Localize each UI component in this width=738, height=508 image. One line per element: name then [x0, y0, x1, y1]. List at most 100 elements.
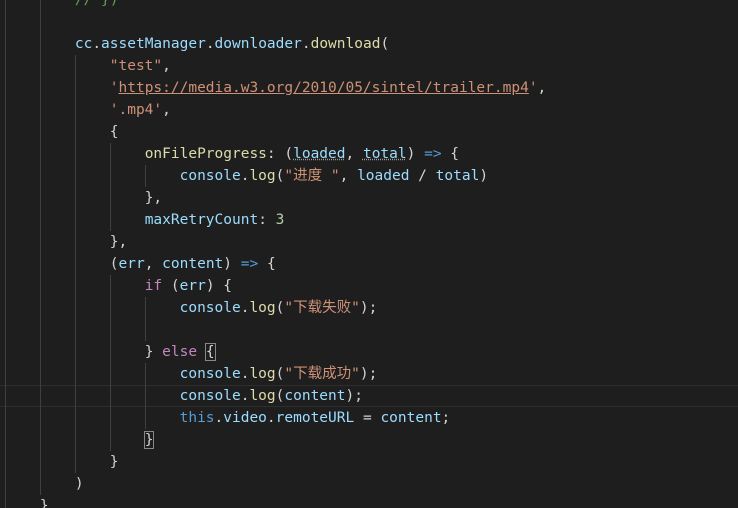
code-token: {: [258, 256, 276, 272]
code-token: }: [39, 498, 49, 508]
code-token: (: [162, 278, 180, 294]
code-line[interactable]: }: [0, 429, 738, 451]
code-token: else: [162, 344, 198, 360]
code-line[interactable]: console.log("下载成功");: [0, 363, 738, 385]
code-line[interactable]: if (err) {: [0, 275, 738, 297]
code-line[interactable]: [0, 11, 738, 33]
code-line[interactable]: [0, 319, 738, 341]
code-line[interactable]: console.log("进度 ", loaded / total): [0, 165, 738, 187]
code-token: https://media.w3.org/2010/05/sintel/trai…: [118, 80, 529, 96]
code-token: .: [266, 410, 276, 426]
code-token: =>: [424, 146, 442, 162]
code-token: .: [92, 36, 102, 52]
code-token: .: [205, 36, 215, 52]
code-token: content: [284, 388, 346, 404]
code-token: (: [109, 256, 119, 272]
code-line[interactable]: this.video.remoteURL = content;: [0, 407, 738, 429]
code-token: },: [109, 234, 128, 250]
code-token: ): [479, 168, 489, 184]
code-token: remoteURL: [275, 410, 355, 426]
code-token: }: [109, 454, 119, 470]
code-line[interactable]: cc.assetManager.downloader.download(: [0, 33, 738, 55]
code-token: if: [144, 278, 163, 294]
code-token: 3: [275, 212, 285, 228]
code-editor[interactable]: // }) cc.assetManager.downloader.downloa…: [0, 0, 738, 508]
code-token: download: [310, 36, 381, 52]
code-token: },: [144, 190, 163, 206]
code-token: content: [380, 410, 442, 426]
code-token: log: [249, 168, 276, 184]
code-token: ): [223, 256, 241, 272]
code-token: ': [109, 80, 119, 96]
code-token: "下载失败": [284, 300, 360, 316]
code-token: ,: [162, 58, 171, 74]
code-token: }: [144, 344, 163, 360]
code-token: }: [143, 431, 155, 449]
code-line[interactable]: }: [0, 495, 738, 508]
code-line[interactable]: },: [0, 187, 738, 209]
code-token: cc: [74, 36, 93, 52]
code-line[interactable]: console.log("下载失败");: [0, 297, 738, 319]
code-token: video: [223, 410, 267, 426]
code-token: console: [179, 388, 241, 404]
code-token: console: [179, 366, 241, 382]
code-line[interactable]: console.log(content);: [0, 385, 738, 407]
code-token: :: [258, 212, 276, 228]
code-token: .: [214, 410, 224, 426]
code-token: /: [409, 168, 436, 184]
code-token: console: [179, 300, 241, 316]
code-token: err: [118, 256, 145, 272]
code-line[interactable]: onFileProgress: (loaded, total) => {: [0, 143, 738, 165]
code-token: console: [179, 168, 241, 184]
code-token: err: [179, 278, 206, 294]
code-token: log: [249, 300, 276, 316]
code-token: );: [345, 388, 363, 404]
code-token: ): [74, 476, 84, 492]
code-token: ': [528, 80, 538, 96]
code-token: // }): [74, 0, 119, 8]
code-line[interactable]: },: [0, 231, 738, 253]
code-line[interactable]: // }): [0, 0, 738, 11]
code-token: ,: [162, 102, 171, 118]
code-token: );: [359, 300, 378, 316]
code-line[interactable]: maxRetryCount: 3: [0, 209, 738, 231]
code-line[interactable]: "test",: [0, 55, 738, 77]
code-token: ): [406, 146, 425, 162]
code-token: "下载成功": [284, 366, 360, 382]
code-token: log: [249, 366, 276, 382]
code-line[interactable]: ): [0, 473, 738, 495]
code-token: ,: [339, 168, 358, 184]
code-token: : (: [266, 146, 294, 162]
code-token: content: [162, 256, 224, 272]
code-token: loaded: [357, 168, 410, 184]
code-line[interactable]: {: [0, 121, 738, 143]
code-line[interactable]: 'https://media.w3.org/2010/05/sintel/tra…: [0, 77, 738, 99]
code-line[interactable]: }: [0, 451, 738, 473]
code-token: {: [204, 343, 216, 361]
code-token: ) {: [205, 278, 233, 294]
code-line[interactable]: (err, content) => {: [0, 253, 738, 275]
code-token: '.mp4': [109, 102, 163, 118]
code-token: .: [301, 36, 311, 52]
code-token: ,: [537, 80, 547, 96]
code-token: ;: [441, 410, 451, 426]
code-token: assetManager: [101, 36, 206, 52]
code-token: total: [362, 146, 407, 162]
code-token: ,: [345, 146, 363, 162]
code-line[interactable]: } else {: [0, 341, 738, 363]
code-token: this: [179, 410, 215, 426]
code-token: {: [109, 124, 119, 140]
code-line[interactable]: '.mp4',: [0, 99, 738, 121]
